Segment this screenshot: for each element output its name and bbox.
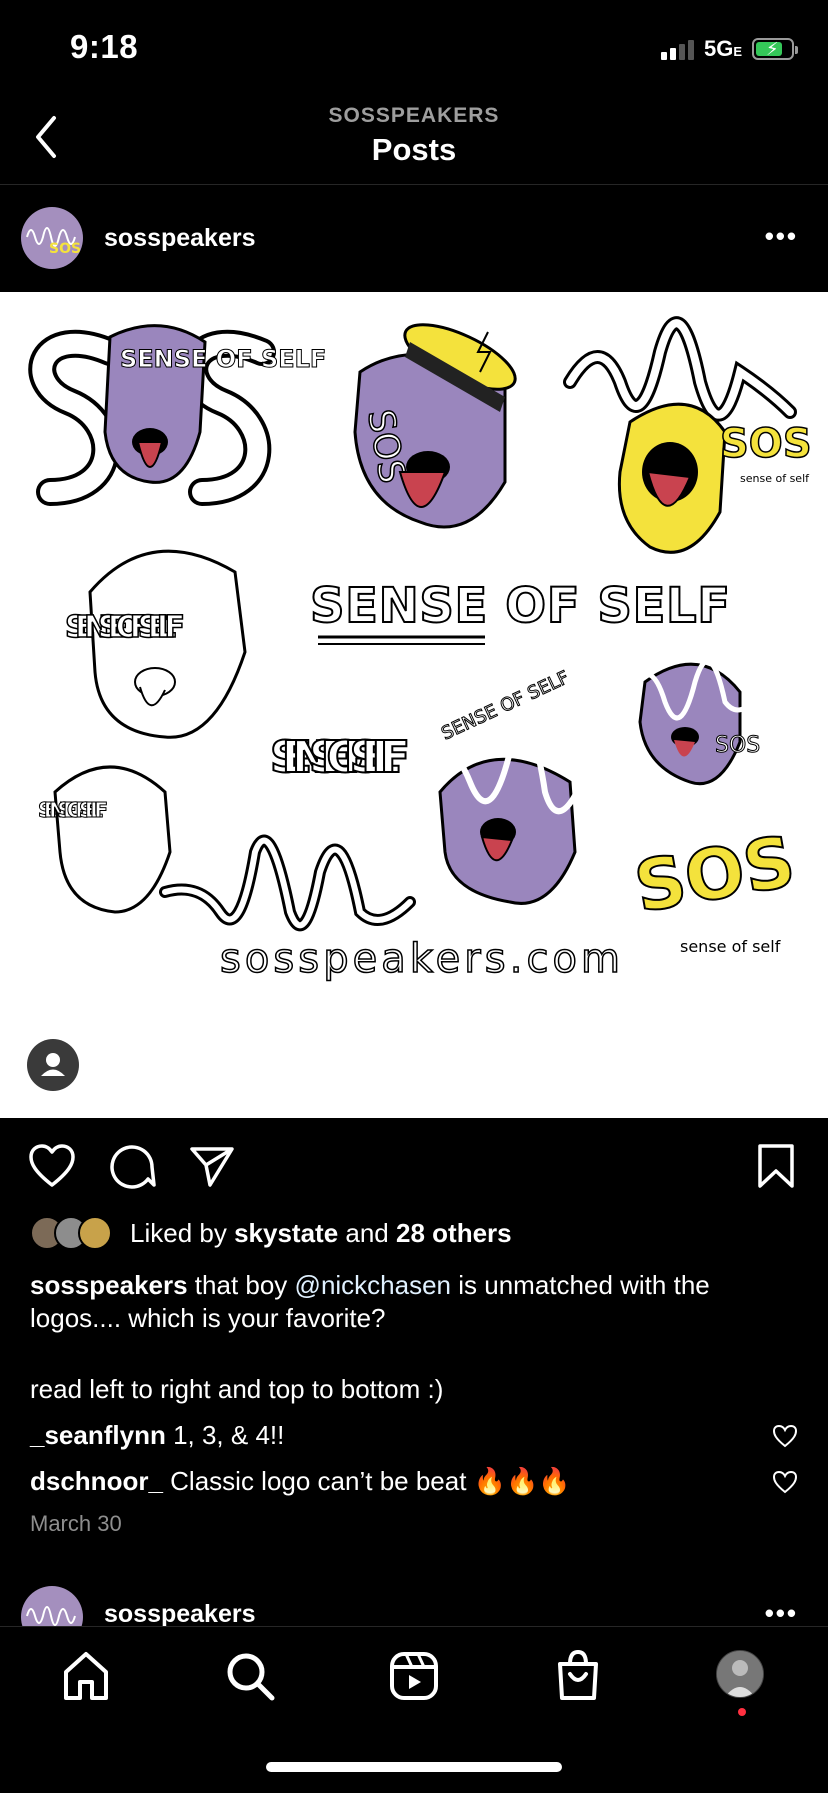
svg-text:SOS: SOS [49,241,81,257]
likes-user[interactable]: skystate [234,1218,338,1248]
post-image[interactable]: SENSE OF SELF SOS SOS sense of self SENS… [0,292,828,1118]
post-caption: sosspeakers that boy @nickchasen is unma… [30,1269,800,1335]
comment-icon[interactable] [108,1143,156,1189]
more-options-icon[interactable]: ••• [765,221,798,252]
caption-line-2: read left to right and top to bottom :) [30,1374,444,1404]
logo-purple-wave-head: SENSE OF SELF [417,667,593,905]
likes-others[interactable]: 28 others [396,1218,512,1248]
logo-small-text: sense of self [740,472,810,485]
caption-text: that boy [194,1270,288,1300]
logo-small-text: sense of self [680,937,781,956]
status-indicators: 5GE ⚡ [660,36,798,62]
post-avatar[interactable]: SOS [21,207,83,269]
logo-outline-head-2: SENSE OF SELF [38,765,172,914]
logo-small-purple-head: SOS [627,658,763,785]
notification-dot [738,1708,746,1716]
search-icon[interactable] [222,1648,278,1704]
liker-avatars [30,1216,112,1250]
nav-subtitle: SOSSPEAKERS [328,104,500,127]
logo-text: SENSE OF SELF [38,798,108,822]
post-username[interactable]: sosspeakers [104,224,256,253]
stacked-text: SENSE OF SELF [270,732,410,783]
comment-username[interactable]: dschnoor_ [30,1466,163,1496]
tagged-people-button[interactable] [27,1039,79,1091]
comment-row: dschnoor_ Classic logo can’t be beat 🔥🔥🔥 [30,1466,571,1497]
logo-text: SENSE OF SELF [65,610,185,645]
comment-text: 1, 3, & 4!! [173,1420,285,1450]
likes-prefix: Liked by [130,1217,227,1248]
share-send-icon[interactable] [188,1143,236,1189]
logo-yellow-head: SOS sense of self [563,316,812,554]
comment-like-heart-icon[interactable] [772,1424,798,1448]
stacked-logo: SENSE OF SELF [269,731,411,784]
logo-text: SENSE OF SELF [438,667,572,744]
comment-text: Classic logo can’t be beat 🔥🔥🔥 [170,1466,571,1496]
status-time: 9:18 [70,28,139,65]
profile-avatar[interactable] [716,1650,764,1698]
home-icon[interactable] [58,1648,114,1704]
person-icon [41,1053,65,1076]
comment-like-heart-icon[interactable] [772,1470,798,1494]
logo-yellow-sos: SOS sense of self [628,819,802,956]
signal-icon [660,38,694,60]
logo-sos-head: SENSE OF SELF [28,324,327,506]
caption-mention[interactable]: @nickchasen [295,1270,451,1300]
comment-row: _seanflynn 1, 3, & 4!! [30,1420,284,1451]
header-divider [0,184,828,185]
logo-text: SOS [720,421,812,467]
sos-logo-icon: SOS [26,227,81,257]
reels-icon[interactable] [386,1648,442,1704]
logo-text: SOS [629,820,801,929]
next-post-username[interactable]: sosspeakers [104,1600,256,1629]
like-heart-icon[interactable] [28,1143,76,1189]
url-text: sosspeakers.com [220,936,620,982]
comment-username[interactable]: _seanflynn [30,1420,166,1450]
likes-summary[interactable]: Liked by skystate and 28 others [30,1216,512,1250]
page-title: Posts [371,132,457,167]
post-date: March 30 [30,1511,122,1536]
profile-photo [717,1651,763,1697]
wordmark-text: SENSE OF SELF [310,578,730,634]
likes-conj: and [345,1217,389,1248]
logo-outline-head-1: SENSE OF SELF [64,549,247,739]
network-label: 5GE [703,36,742,61]
battery-icon: ⚡ [752,38,798,60]
caption-username[interactable]: sosspeakers [30,1270,188,1300]
save-bookmark-icon[interactable] [756,1143,796,1189]
next-more-options-icon[interactable]: ••• [765,1598,798,1629]
wordmark: SENSE OF SELF [309,577,731,645]
logo-head-hat: SOS [353,323,517,529]
home-indicator[interactable] [266,1762,562,1772]
logo-text: SOS [715,733,760,758]
shop-bag-icon[interactable] [550,1648,606,1704]
logo-text: SENSE OF SELF [120,345,326,373]
